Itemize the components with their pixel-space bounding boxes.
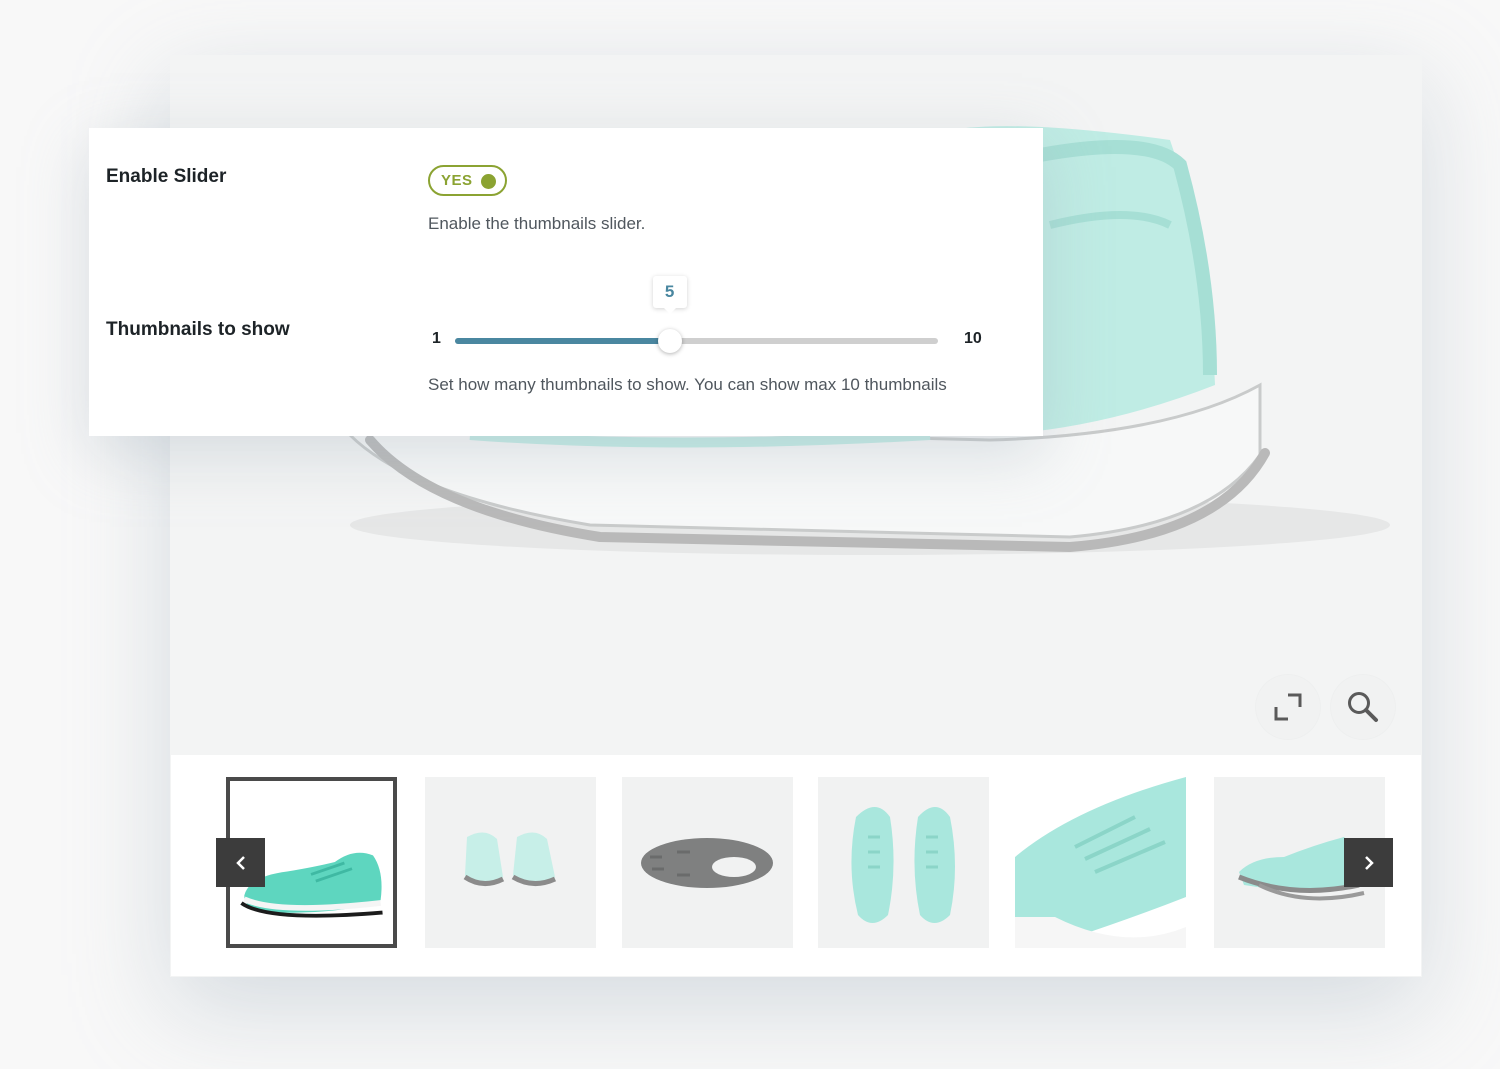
toggle-state-text: YES: [441, 172, 473, 189]
shoe-top-view-image: [851, 807, 955, 923]
enable-slider-toggle[interactable]: YES: [428, 165, 507, 196]
shoe-sole-view-image: [641, 838, 773, 888]
thumbnails-to-show-description: Set how many thumbnails to show. You can…: [428, 375, 947, 394]
slider-fill: [455, 338, 670, 344]
shoe-closeup-view-image: [1015, 777, 1186, 948]
enable-slider-label: Enable Slider: [106, 166, 227, 187]
thumbnail-5[interactable]: [1015, 777, 1186, 948]
chevron-left-icon: [235, 855, 245, 870]
slider-min-value: 1: [432, 330, 441, 347]
prev-thumbnail-button[interactable]: [216, 838, 265, 887]
chevron-right-icon: [1364, 855, 1374, 870]
fullscreen-button[interactable]: [1256, 675, 1320, 739]
shoe-back-view-image: [463, 832, 557, 886]
next-thumbnail-button[interactable]: [1344, 838, 1393, 887]
slider-max-value: 10: [964, 330, 982, 347]
slider-settings-panel: Enable Slider YES Enable the thumbnails …: [89, 128, 1043, 436]
thumbnails-to-show-label: Thumbnails to show: [106, 319, 290, 340]
thumbnail-4[interactable]: [818, 777, 989, 948]
thumbnail-2[interactable]: [425, 777, 596, 948]
toggle-knob: [481, 174, 496, 189]
enable-slider-description: Enable the thumbnails slider.: [428, 214, 646, 233]
thumbnail-3[interactable]: [622, 777, 793, 948]
zoom-icon: [1348, 692, 1378, 722]
slider-handle[interactable]: [657, 329, 682, 353]
fullscreen-icon: [1274, 693, 1302, 721]
zoom-button[interactable]: [1331, 675, 1395, 739]
thumbnails-slider[interactable]: [455, 329, 938, 353]
slider-value-tooltip: 5: [652, 276, 687, 314]
